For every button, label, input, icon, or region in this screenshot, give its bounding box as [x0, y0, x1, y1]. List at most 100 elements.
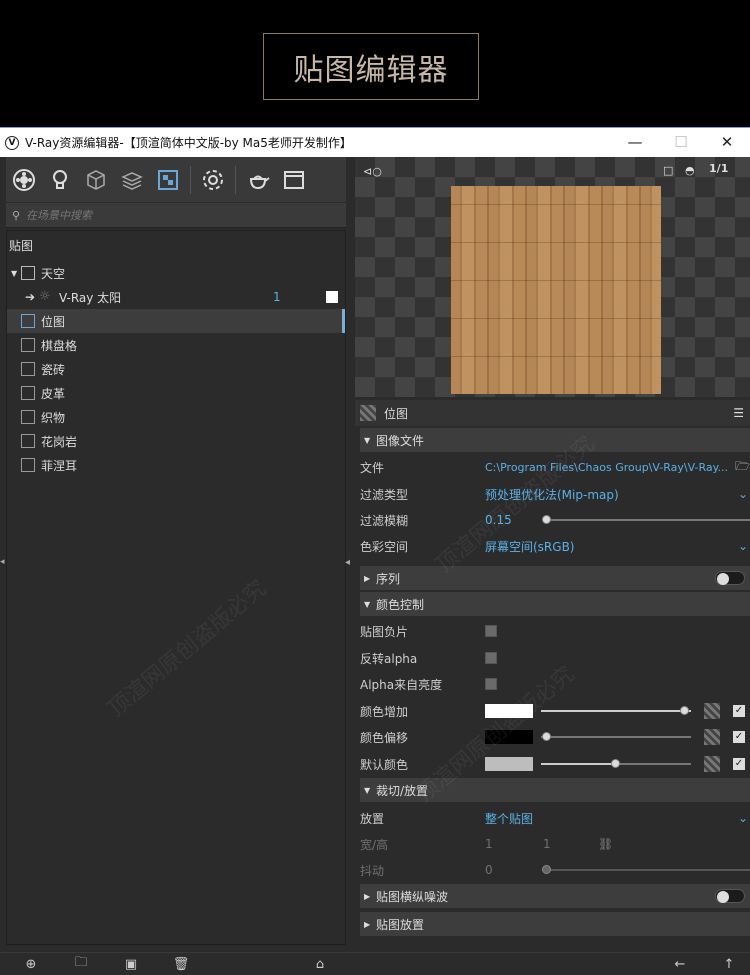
link-icon[interactable]: ⛓ — [598, 837, 613, 851]
tree-item-fresnel[interactable]: 菲涅耳 — [7, 453, 345, 477]
lights-icon[interactable] — [42, 163, 78, 197]
color-mult-knob[interactable] — [680, 706, 689, 715]
texture-preview: ⊲○ □ ◓ 1/1 — [355, 157, 750, 397]
color-mult-swatch[interactable] — [485, 704, 533, 718]
default-color-knob[interactable] — [611, 759, 620, 768]
open-folder-icon[interactable]: 🗁 — [735, 457, 750, 478]
texture-icon — [21, 434, 35, 448]
collapse-right-icon[interactable]: ◂ — [345, 557, 355, 571]
invert-checkbox[interactable] — [485, 625, 497, 637]
tree-item-label: 菲涅耳 — [41, 458, 78, 473]
left-panel: ⚲ 在场景中搜索 贴图 ▼ 天空 ➔ ☼ V-Ray 太阳 1 位图 棋盘格 瓷… — [0, 157, 350, 952]
panel-title: 位图 — [384, 406, 409, 421]
delete-icon[interactable]: 🗑 — [172, 956, 190, 972]
jitter-field[interactable]: 0 — [485, 863, 493, 877]
section-placement[interactable]: ▶ 贴图放置 — [360, 912, 750, 936]
save-icon[interactable]: ▣ — [122, 956, 140, 972]
chevron-down-icon[interactable]: ⌄ — [738, 811, 748, 825]
section-noise[interactable]: ▶ 贴图横纵噪波 — [360, 884, 750, 908]
alpha-from-luma-row: Alpha来自亮度 — [360, 671, 750, 697]
color-mult-map-slot[interactable] — [704, 703, 720, 719]
minimize-button[interactable]: — — [612, 128, 658, 156]
jitter-knob[interactable] — [542, 865, 551, 874]
file-path-field[interactable]: C:\Program Files\Chaos Group\V-Ray\V-Ray… — [485, 461, 729, 474]
geometry-icon[interactable] — [78, 163, 114, 197]
filter-blur-value[interactable]: 0.15 — [485, 513, 512, 527]
preview-teapot-icon[interactable]: ◓ — [685, 164, 695, 177]
texture-icon — [21, 410, 35, 424]
color-mult-checkbox[interactable]: ✓ — [733, 705, 745, 717]
maximize-button[interactable]: ☐ — [658, 128, 704, 156]
frame-buffer-icon[interactable] — [276, 163, 312, 197]
search-input[interactable]: ⚲ 在场景中搜索 — [6, 203, 346, 228]
texture-icon — [21, 386, 35, 400]
expand-arrow-icon[interactable]: ▼ — [7, 269, 21, 278]
default-color-swatch[interactable] — [485, 757, 533, 771]
settings-icon[interactable] — [195, 163, 231, 197]
section-image-file[interactable]: ▼ 图像文件 — [360, 428, 750, 452]
file-row: 文件 C:\Program Files\Chaos Group\V-Ray\V-… — [360, 454, 750, 480]
filter-type-dropdown[interactable]: 预处理优化法(Mip-map) — [485, 486, 619, 503]
default-color-map-slot[interactable] — [704, 756, 720, 772]
preview-shape-icon[interactable]: □ — [663, 164, 673, 177]
color-offset-knob[interactable] — [542, 732, 551, 741]
close-button[interactable]: ✕ — [704, 128, 750, 156]
asset-tree: 贴图 ▼ 天空 ➔ ☼ V-Ray 太阳 1 位图 棋盘格 瓷砖 皮革 织物 花… — [6, 230, 346, 945]
color-offset-checkbox[interactable]: ✓ — [733, 731, 745, 743]
sun-icon: ☼ — [39, 289, 51, 304]
up-arrow-icon[interactable]: ↑ — [720, 956, 738, 972]
tree-item-checker[interactable]: 棋盘格 — [7, 333, 345, 357]
filter-blur-slider[interactable] — [546, 519, 750, 521]
tree-item-tiles[interactable]: 瓷砖 — [7, 357, 345, 381]
textures-icon[interactable] — [150, 163, 186, 197]
render-teapot-icon[interactable] — [240, 163, 276, 197]
width-field[interactable]: 1 — [485, 837, 543, 851]
filter-blur-knob[interactable] — [542, 515, 551, 524]
chevron-down-icon[interactable]: ⌄ — [738, 539, 748, 553]
place-dropdown[interactable]: 整个贴图 — [485, 810, 533, 827]
add-asset-icon[interactable]: ⊕ — [22, 956, 40, 972]
jitter-slider[interactable] — [546, 869, 750, 871]
tree-item-label: 织物 — [41, 410, 66, 425]
invert-alpha-checkbox[interactable] — [485, 652, 497, 664]
color-mult-slider[interactable] — [541, 710, 691, 712]
chevron-down-icon[interactable]: ⌄ — [738, 487, 748, 501]
bitmap-icon — [21, 314, 35, 328]
collapse-left-icon[interactable]: ◂ — [0, 557, 6, 571]
height-field[interactable]: 1 — [543, 837, 598, 851]
section-sequence[interactable]: ▶ 序列 — [360, 566, 750, 590]
width-height-row: 宽/高 1 1 ⛓ — [360, 837, 614, 852]
color-offset-swatch[interactable] — [485, 730, 533, 744]
back-arrow-icon[interactable]: ← — [671, 956, 689, 972]
preview-scale[interactable]: 1/1 — [709, 162, 728, 175]
section-crop-place[interactable]: ▼ 裁切/放置 — [360, 778, 750, 802]
filter-blur-row: 过滤模糊 0.15 — [360, 507, 750, 533]
purge-icon[interactable]: ⌂ — [311, 956, 329, 972]
tree-item-leather[interactable]: 皮革 — [7, 381, 345, 405]
open-file-icon[interactable]: 🗀 — [72, 955, 90, 972]
banner-title: 贴图编辑器 — [263, 33, 479, 100]
asset-editor: ⚲ 在场景中搜索 贴图 ▼ 天空 ➔ ☼ V-Ray 太阳 1 位图 棋盘格 瓷… — [0, 157, 750, 975]
noise-toggle[interactable] — [715, 889, 745, 903]
panel-settings-icon[interactable]: ☰ — [733, 406, 744, 420]
color-swatch[interactable] — [326, 291, 338, 303]
materials-icon[interactable] — [6, 163, 42, 197]
render-elements-icon[interactable] — [114, 163, 150, 197]
tree-item-label: 花岗岩 — [41, 434, 78, 449]
section-color-control[interactable]: ▼ 颜色控制 — [360, 592, 750, 616]
sequence-toggle[interactable] — [715, 571, 745, 585]
tree-item-sky[interactable]: ▼ 天空 — [7, 261, 345, 285]
tree-item-label: 天空 — [41, 266, 66, 281]
tree-item-granite[interactable]: 花岗岩 — [7, 429, 345, 453]
panel-title-bar: 位图 ☰ — [355, 400, 750, 426]
tree-item-bitmap[interactable]: 位图 — [7, 309, 345, 333]
default-color-checkbox[interactable]: ✓ — [733, 758, 745, 770]
tree-item-fabric[interactable]: 织物 — [7, 405, 345, 429]
preview-options-icon[interactable]: ⊲○ — [363, 165, 382, 178]
color-offset-slider[interactable] — [541, 736, 691, 738]
tree-item-vray-sun[interactable]: ➔ ☼ V-Ray 太阳 1 — [7, 285, 345, 309]
color-offset-map-slot[interactable] — [704, 729, 720, 745]
color-space-dropdown[interactable]: 屏幕空间(sRGB) — [485, 538, 575, 555]
tree-category-header: 贴图 — [9, 239, 34, 253]
alpha-from-luma-checkbox[interactable] — [485, 678, 497, 690]
